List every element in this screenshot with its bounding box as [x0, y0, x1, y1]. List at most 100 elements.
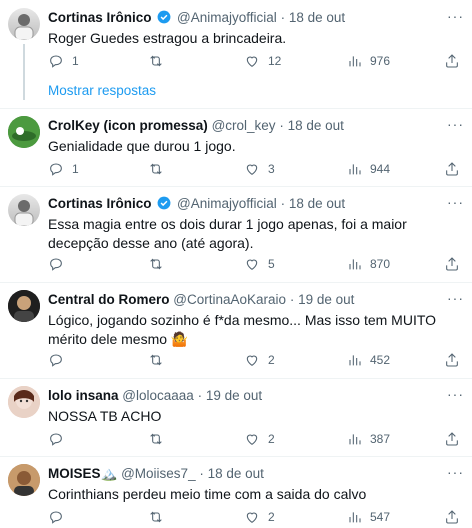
display-name[interactable]: Cortinas Irônico: [48, 196, 152, 211]
timestamp[interactable]: 19 de out: [206, 388, 262, 403]
tweet[interactable]: Cortinas Irônico @Animajyofficial · 18 d…: [0, 0, 472, 110]
handle[interactable]: @crol_key: [212, 118, 276, 133]
more-icon[interactable]: ···: [447, 464, 464, 480]
tweet[interactable]: CrolKey (icon promessa) @crol_key · 18 d…: [0, 108, 472, 186]
views-icon: [346, 352, 362, 368]
like-button[interactable]: 2: [244, 431, 275, 447]
share-button[interactable]: [444, 509, 460, 528]
display-name[interactable]: Central do Romero: [48, 292, 170, 307]
tweet-text: Roger Guedes estragou a brincadeira.: [48, 30, 287, 46]
like-icon: [244, 53, 260, 69]
retweet-button[interactable]: [148, 53, 172, 69]
reply-button[interactable]: [48, 509, 72, 525]
retweet-button[interactable]: [148, 431, 172, 447]
views-button[interactable]: 387: [346, 431, 390, 447]
avatar[interactable]: [8, 464, 40, 496]
view-count: 547: [370, 510, 391, 524]
like-count: 2: [268, 510, 275, 524]
reply-button[interactable]: 1: [48, 161, 79, 177]
retweet-icon: [148, 256, 164, 272]
display-name[interactable]: MOISES🏔️: [48, 466, 117, 481]
more-icon[interactable]: ···: [447, 290, 464, 306]
action-bar: 2 547: [48, 509, 460, 527]
reply-icon: [48, 509, 64, 525]
retweet-button[interactable]: [148, 161, 172, 177]
like-count: 2: [268, 353, 275, 367]
thread-line: [23, 44, 25, 100]
share-button[interactable]: [444, 53, 460, 72]
verified-badge-icon: [157, 196, 171, 210]
timestamp[interactable]: 18 de out: [289, 196, 345, 211]
views-button[interactable]: 976: [346, 53, 390, 69]
view-count: 944: [370, 162, 391, 176]
share-icon: [444, 431, 460, 447]
separator-dot: ·: [279, 118, 284, 133]
handle[interactable]: @lolocaaaa: [122, 388, 194, 403]
share-button[interactable]: [444, 256, 460, 275]
tweet-text: Lógico, jogando sozinho é f*da mesmo... …: [48, 312, 437, 347]
avatar[interactable]: [8, 386, 40, 418]
tweet[interactable]: lolo insana @lolocaaaa · 19 de out ··· N…: [0, 378, 472, 456]
views-button[interactable]: 547: [346, 509, 390, 525]
handle[interactable]: @Animajyofficial: [177, 10, 277, 25]
tweet-header: Central do Romero @CortinaAoKaraio · 19 …: [48, 292, 442, 310]
action-bar: 2 387: [48, 431, 460, 449]
show-replies-link[interactable]: Mostrar respostas: [48, 83, 156, 98]
like-button[interactable]: 2: [244, 509, 275, 525]
more-icon[interactable]: ···: [447, 8, 464, 24]
more-icon[interactable]: ···: [447, 386, 464, 402]
action-bar: 2 452: [48, 352, 460, 370]
views-icon: [346, 431, 362, 447]
timestamp[interactable]: 18 de out: [289, 10, 345, 25]
retweet-button[interactable]: [148, 256, 172, 272]
timestamp[interactable]: 18 de out: [208, 466, 264, 481]
like-count: 3: [268, 162, 275, 176]
timestamp[interactable]: 18 de out: [288, 118, 344, 133]
display-name[interactable]: Cortinas Irônico: [48, 10, 152, 25]
tweet[interactable]: MOISES🏔️ @Moiises7_ · 18 de out ··· Cori…: [0, 456, 472, 528]
view-count: 870: [370, 257, 391, 271]
views-button[interactable]: 870: [346, 256, 390, 272]
tweet[interactable]: Central do Romero @CortinaAoKaraio · 19 …: [0, 282, 472, 378]
views-button[interactable]: 944: [346, 161, 390, 177]
views-button[interactable]: 452: [346, 352, 390, 368]
like-button[interactable]: 3: [244, 161, 275, 177]
reply-button[interactable]: [48, 352, 72, 368]
retweet-button[interactable]: [148, 509, 172, 525]
handle[interactable]: @CortinaAoKaraio: [173, 292, 286, 307]
retweet-icon: [148, 53, 164, 69]
share-button[interactable]: [444, 161, 460, 180]
reply-count: 1: [72, 162, 79, 176]
avatar[interactable]: [8, 194, 40, 226]
reply-button[interactable]: 1: [48, 53, 79, 69]
like-button[interactable]: 12: [244, 53, 281, 69]
more-icon[interactable]: ···: [447, 116, 464, 132]
display-name[interactable]: CrolKey (icon promessa): [48, 118, 208, 133]
like-count: 12: [268, 54, 282, 68]
like-count: 2: [268, 432, 275, 446]
tweet[interactable]: Cortinas Irônico @Animajyofficial · 18 d…: [0, 186, 472, 282]
like-button[interactable]: 5: [244, 256, 275, 272]
share-button[interactable]: [444, 352, 460, 371]
share-icon: [444, 53, 460, 69]
view-count: 387: [370, 432, 391, 446]
avatar[interactable]: [8, 8, 40, 40]
share-button[interactable]: [444, 431, 460, 450]
display-name[interactable]: lolo insana: [48, 388, 119, 403]
like-icon: [244, 431, 260, 447]
like-icon: [244, 256, 260, 272]
avatar[interactable]: [8, 116, 40, 148]
avatar[interactable]: [8, 290, 40, 322]
more-icon[interactable]: ···: [447, 194, 464, 210]
retweet-button[interactable]: [148, 352, 172, 368]
handle[interactable]: @Animajyofficial: [177, 196, 277, 211]
separator-dot: ·: [289, 292, 295, 307]
views-icon: [346, 509, 362, 525]
timestamp[interactable]: 19 de out: [298, 292, 354, 307]
like-count: 5: [268, 257, 275, 271]
tweet-header: Cortinas Irônico @Animajyofficial · 18 d…: [48, 10, 442, 28]
handle[interactable]: @Moiises7_: [121, 466, 195, 481]
reply-button[interactable]: [48, 256, 72, 272]
reply-button[interactable]: [48, 431, 72, 447]
like-button[interactable]: 2: [244, 352, 275, 368]
